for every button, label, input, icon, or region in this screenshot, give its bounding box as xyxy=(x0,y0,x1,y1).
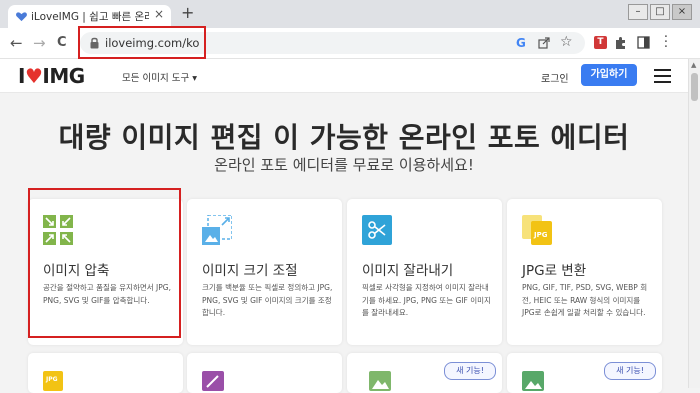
compress-card-highlight-box xyxy=(28,188,181,338)
card-description: 픽셀로 사각형을 지정하여 이미지 잘라내기를 하세요. JPG, PNG 또는… xyxy=(362,283,491,317)
svg-text:JPG: JPG xyxy=(533,231,548,239)
logo-text: IMG xyxy=(42,64,85,88)
to-jpg-icon: JPG xyxy=(522,215,552,245)
new-feature-badge: 새 기능! xyxy=(444,362,496,380)
tab-title: iLoveIMG | 쉽고 빠른 온라인 무 xyxy=(31,11,149,23)
minimize-button[interactable]: – xyxy=(628,4,648,20)
watermark-icon xyxy=(522,371,544,391)
card-description: PNG, GIF, TIF, PSD, SVG, WEBP 회전, HEIC 또… xyxy=(522,283,648,317)
reload-button[interactable]: C xyxy=(57,34,67,52)
maximize-button[interactable]: □ xyxy=(650,4,670,20)
tool-card-row2-1[interactable]: JPG xyxy=(28,353,183,393)
logo-heart-icon: ♥ xyxy=(24,64,43,88)
card-title: 이미지 크기 조절 xyxy=(202,263,298,279)
card-description: 크기를 백분율 또는 픽셀로 정의하고 JPG, PNG, SVG 및 GIF … xyxy=(202,283,333,317)
svg-text:JPG: JPG xyxy=(45,376,58,383)
crop-scissors-icon xyxy=(362,215,392,245)
resize-icon xyxy=(202,215,232,245)
hamburger-menu-icon[interactable] xyxy=(652,66,674,86)
tool-card-crop[interactable]: 이미지 잘라내기 픽셀로 사각형을 지정하여 이미지 잘라내기를 하세요. JP… xyxy=(347,199,502,345)
url-highlight-box xyxy=(78,26,206,59)
new-tab-button[interactable]: + xyxy=(181,4,194,22)
close-window-button[interactable]: × xyxy=(672,4,692,20)
login-link[interactable]: 로그인 xyxy=(541,70,569,85)
extension-red-icon[interactable]: T xyxy=(594,36,607,49)
card-title: 이미지 잘라내기 xyxy=(362,263,454,279)
site-header: I♥IMG 모든 이미지 도구 ▾ 로그인 가입하기 xyxy=(0,59,688,93)
tab-close-icon[interactable]: × xyxy=(154,7,164,21)
hero-title: 대량 이미지 편집 이 가능한 온라인 포토 에디터 xyxy=(58,121,630,154)
browser-tab[interactable]: iLoveIMG | 쉽고 빠른 온라인 무 × xyxy=(8,5,171,28)
menu-dots-icon[interactable]: · · · xyxy=(663,31,669,54)
card-title: JPG로 변환 xyxy=(522,263,587,279)
heart-favicon-icon xyxy=(16,12,27,22)
scroll-thumb[interactable] xyxy=(691,73,698,101)
tool-card-convert-jpg[interactable]: JPG JPG로 변환 PNG, GIF, TIF, PSD, SVG, WEB… xyxy=(507,199,662,345)
star-icon[interactable]: ☆ xyxy=(560,34,573,50)
edit-pencil-icon xyxy=(202,371,224,391)
back-button[interactable]: ← xyxy=(10,34,23,52)
image-icon xyxy=(369,371,391,391)
tool-card-resize[interactable]: 이미지 크기 조절 크기를 백분율 또는 픽셀로 정의하고 JPG, PNG, … xyxy=(187,199,342,345)
tab-bar: iLoveIMG | 쉽고 빠른 온라인 무 × + – □ × xyxy=(0,0,700,28)
google-icon[interactable]: G xyxy=(516,36,526,50)
share-icon[interactable] xyxy=(538,37,550,49)
sidebar-icon[interactable] xyxy=(637,36,650,49)
jpg-file-icon: JPG xyxy=(43,371,63,391)
page-scrollbar[interactable]: ▲ xyxy=(688,59,700,388)
tool-card-row2-2[interactable] xyxy=(187,353,342,393)
logo-letter: I xyxy=(18,64,25,88)
scroll-up-arrow-icon[interactable]: ▲ xyxy=(691,61,696,69)
signup-button[interactable]: 가입하기 xyxy=(581,64,637,86)
iloveimg-logo[interactable]: I♥IMG xyxy=(18,64,85,88)
all-tools-menu[interactable]: 모든 이미지 도구 ▾ xyxy=(122,70,197,84)
puzzle-icon[interactable] xyxy=(614,36,628,50)
hero-subtitle: 온라인 포토 에디터를 무료로 이용하세요! xyxy=(214,156,474,174)
new-feature-badge: 새 기능! xyxy=(604,362,656,380)
forward-button[interactable]: → xyxy=(33,34,46,52)
